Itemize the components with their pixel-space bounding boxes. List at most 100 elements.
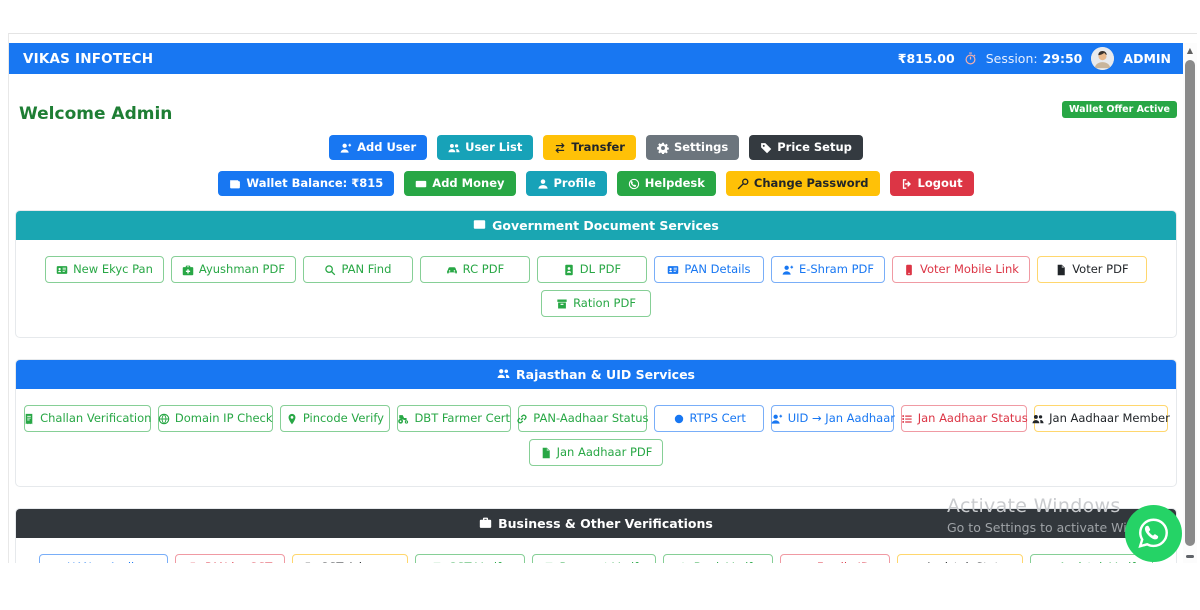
logout-icon — [901, 178, 913, 190]
navbar-right: ₹815.00 Session: 29:50 — [898, 47, 1171, 70]
jan-aadhaar-member-button[interactable]: Jan Aadhaar Member — [1034, 405, 1168, 432]
wallet-offer-badge: Wallet Offer Active — [1062, 101, 1177, 118]
receipt-icon — [431, 562, 443, 564]
scroll-down-arrow[interactable] — [1186, 555, 1194, 558]
section-body: Challan Verification Domain IP Check Pinco… — [16, 389, 1176, 486]
passport-verify-button[interactable]: Passport Verify — [532, 554, 656, 563]
scroll-up-arrow[interactable]: ▲ — [1183, 46, 1197, 56]
receipt-icon — [23, 413, 35, 425]
browser-window: VIKAS INFOTECH ₹815.00 Session: 29:50 — [0, 0, 1200, 610]
id-card-icon — [667, 264, 679, 276]
user-plus-icon — [771, 413, 783, 425]
domain-ip-check-button[interactable]: Domain IP Check — [158, 405, 273, 432]
ayushman-pdf-button[interactable]: Ayushman PDF — [171, 256, 296, 283]
admin-menu[interactable]: ADMIN — [1123, 51, 1171, 66]
voter-pdf-button[interactable]: Voter PDF — [1037, 256, 1147, 283]
quick-actions: Add User User List Transfer Settings Price S… — [9, 135, 1183, 196]
section-body: UAN → Aadhaar PAN by GST GST Advance GST Ve… — [16, 538, 1176, 563]
user-plus-icon — [340, 142, 352, 154]
badge-icon — [563, 264, 575, 276]
pin-icon — [286, 413, 298, 425]
logout-button[interactable]: Logout — [890, 171, 974, 196]
users-icon — [448, 142, 460, 154]
section-title: Business & Other Verifications — [498, 516, 713, 531]
challan-verification-button[interactable]: Challan Verification — [24, 405, 151, 432]
dbt-farmer-cert-button[interactable]: DBT Farmer Cert — [397, 405, 511, 432]
ration-pdf-button[interactable]: Ration PDF — [541, 290, 651, 317]
list-icon — [901, 413, 913, 425]
pincode-verify-button[interactable]: Pincode Verify — [280, 405, 390, 432]
service-button-row: Challan Verification Domain IP Check Pinco… — [24, 405, 1168, 432]
uan-aadhaar-button[interactable]: UAN → Aadhaar — [39, 554, 168, 563]
session-label: Session: — [986, 51, 1038, 66]
avatar[interactable] — [1091, 47, 1114, 70]
whatsapp-float-button[interactable] — [1125, 505, 1182, 562]
users-icon — [1032, 413, 1044, 425]
action-row-1: Add User User List Transfer Settings Price S… — [9, 135, 1183, 160]
transfer-icon — [554, 142, 566, 154]
leaf-icon — [908, 562, 920, 564]
link-icon — [516, 413, 528, 425]
session-timer: Session: 29:50 — [986, 51, 1083, 66]
key-icon — [737, 178, 749, 190]
jan-aadhaar-status-button[interactable]: Jan Aadhaar Status — [901, 405, 1026, 432]
gst-verify-button[interactable]: GST Verify — [415, 554, 525, 563]
search-icon — [324, 264, 336, 276]
tractor-icon — [397, 413, 409, 425]
transfer-button[interactable]: Transfer — [543, 135, 636, 160]
user-list-button[interactable]: User List — [437, 135, 533, 160]
app-viewport: VIKAS INFOTECH ₹815.00 Session: 29:50 — [8, 33, 1197, 563]
wallet-icon — [229, 178, 241, 190]
users-icon — [800, 562, 812, 564]
section-header-government-document-services: Government Document Services — [16, 211, 1176, 240]
new-ekyc-pan-button[interactable]: New Ekyc Pan — [45, 256, 164, 283]
session-time: 29:50 — [1043, 51, 1083, 66]
settings-button[interactable]: Settings — [646, 135, 739, 160]
action-row-2: Wallet Balance: ₹815 Add Money Profile Help… — [9, 171, 1183, 196]
section-header-business-other-verifications: Business & Other Verifications — [16, 509, 1176, 538]
uid-jan-aadhaar-button[interactable]: UID → Jan Aadhaar — [771, 405, 894, 432]
add-money-button[interactable]: Add Money — [404, 171, 515, 196]
user-icon — [537, 178, 549, 190]
tag-icon — [760, 142, 772, 154]
vertical-scrollbar[interactable]: ▲ — [1183, 43, 1197, 563]
bank-verify-button[interactable]: Bank Verify — [663, 554, 773, 563]
bank-icon — [677, 562, 689, 564]
dl-pdf-button[interactable]: DL PDF — [537, 256, 647, 283]
service-button-row: Jan Aadhaar PDF — [24, 439, 1168, 466]
pan-aadhaar-status-button[interactable]: PAN-Aadhaar Status — [518, 405, 648, 432]
family-id-button[interactable]: Family ID — [780, 554, 890, 563]
price-setup-button[interactable]: Price Setup — [749, 135, 863, 160]
user-plus-icon — [782, 264, 794, 276]
wallet-balance-amount: ₹815.00 — [898, 51, 955, 66]
pan-details-button[interactable]: PAN Details — [654, 256, 764, 283]
rtps-cert-button[interactable]: RTPS Cert — [654, 405, 764, 432]
wallet-balance-815-button[interactable]: Wallet Balance: ₹815 — [218, 171, 394, 196]
id-card-icon — [56, 264, 68, 276]
service-button-row: UAN → Aadhaar PAN by GST GST Advance GST Ve… — [24, 554, 1168, 563]
add-user-button[interactable]: Add User — [329, 135, 427, 160]
change-password-button[interactable]: Change Password — [726, 171, 880, 196]
helpdesk-button[interactable]: Helpdesk — [617, 171, 716, 196]
voter-mobile-link-button[interactable]: Voter Mobile Link — [892, 256, 1030, 283]
rc-pdf-button[interactable]: RC PDF — [420, 256, 530, 283]
check-circle-icon — [1041, 562, 1053, 564]
mobile-icon — [903, 264, 915, 276]
agristak-status-button[interactable]: Agristak Status — [897, 554, 1024, 563]
section-body: New Ekyc Pan Ayushman PDF PAN Find RC PDF DL… — [16, 240, 1176, 337]
pan-find-button[interactable]: PAN Find — [303, 256, 413, 283]
stopwatch-icon — [964, 52, 977, 65]
gear-icon — [657, 142, 669, 154]
pan-by-gst-button[interactable]: PAN by GST — [175, 554, 285, 563]
section-title: Government Document Services — [492, 218, 719, 233]
jan-aadhaar-pdf-button[interactable]: Jan Aadhaar PDF — [529, 439, 664, 466]
e-shram-pdf-button[interactable]: E-Shram PDF — [771, 256, 885, 283]
money-icon — [415, 178, 427, 190]
passport-icon — [543, 562, 555, 564]
scrollbar-thumb[interactable] — [1185, 60, 1195, 546]
gst-advance-button[interactable]: GST Advance — [292, 554, 407, 563]
section-card-government-document-services: Government Document Services New Ekyc Pan… — [15, 210, 1177, 338]
section-card-business-other-verifications: Business & Other Verifications UAN → Aadh… — [15, 508, 1177, 563]
service-button-row: Ration PDF — [24, 290, 1168, 317]
profile-button[interactable]: Profile — [526, 171, 607, 196]
